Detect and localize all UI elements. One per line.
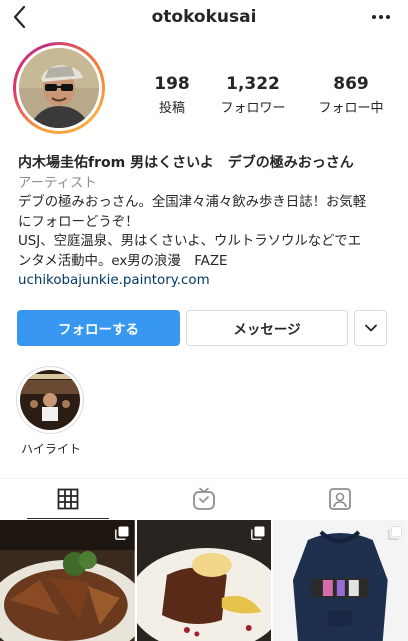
stat-followers-label: フォロワー — [220, 101, 286, 116]
post-thumbnail[interactable] — [0, 520, 135, 641]
profile-website-link[interactable]: uchikobajunkie.paintory.com — [18, 271, 398, 291]
posts-grid — [0, 520, 408, 641]
tab-tagged[interactable] — [272, 479, 408, 518]
profile-username: otokokusai — [151, 7, 257, 27]
avatar-image — [19, 48, 99, 128]
profile-stats: 198 投稿 1,322 フォロワー 869 フォロー中 — [140, 74, 400, 116]
stat-posts-label: 投稿 — [158, 101, 185, 116]
post-thumbnail[interactable] — [273, 520, 408, 641]
stat-following[interactable]: 869 フォロー中 — [302, 74, 400, 116]
story-highlight[interactable]: ハイライト — [16, 366, 86, 457]
profile-category: アーティスト — [18, 175, 97, 191]
bio-line: USJ、空庭温泉、男はくさいよ、ウルトラソウルなどでエ — [18, 234, 362, 249]
tab-igtv[interactable] — [136, 479, 272, 518]
profile-tabs — [0, 478, 408, 519]
multi-post-icon — [251, 526, 265, 540]
stat-posts[interactable]: 198 投稿 — [140, 74, 204, 116]
igtv-icon — [193, 487, 215, 510]
profile-actions: フォローする メッセージ — [17, 310, 391, 346]
stat-posts-value: 198 — [154, 74, 190, 94]
follow-button[interactable]: フォローする — [17, 310, 180, 346]
top-bar: otokokusai — [0, 0, 408, 36]
highlight-cover-image — [20, 370, 80, 430]
stat-followers-value: 1,322 — [226, 74, 280, 94]
bio-line: デブの極みおっさん。全国津々浦々飲み歩き日誌！お気軽 — [18, 195, 367, 210]
more-dots-icon[interactable] — [372, 15, 390, 19]
bio-line: にフォローどうぞ！ — [18, 214, 139, 230]
tagged-icon — [329, 487, 351, 510]
stat-followers[interactable]: 1,322 フォロワー — [204, 74, 302, 116]
post-thumbnail[interactable] — [136, 520, 272, 641]
grid-icon — [57, 488, 79, 509]
profile-display-name: 内木場圭佑from 男はくさいよ デブの極みおっさん — [18, 155, 354, 171]
suggested-dropdown-button[interactable] — [354, 310, 387, 346]
multi-post-icon — [388, 526, 402, 540]
profile-avatar[interactable] — [13, 42, 105, 134]
chevron-down-icon — [364, 324, 377, 332]
profile-bio: 内木場圭佑from 男はくさいよ デブの極みおっさん アーティスト デブの極みお… — [18, 154, 398, 291]
highlight-label: ハイライト — [21, 442, 81, 456]
stat-following-label: フォロー中 — [318, 101, 384, 116]
stat-following-value: 869 — [333, 74, 369, 94]
message-button[interactable]: メッセージ — [186, 310, 348, 346]
multi-post-icon — [114, 526, 129, 540]
bio-line: ンタメ活動中。ex男の浪漫 FAZE — [18, 253, 228, 269]
tab-posts-grid[interactable] — [0, 479, 136, 519]
